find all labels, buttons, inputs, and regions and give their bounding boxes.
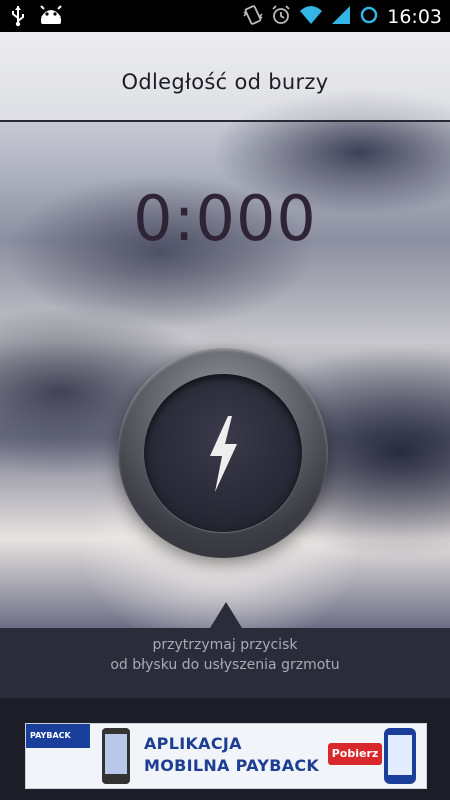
- hint-text-line1: przytrzymaj przycisk: [152, 637, 298, 653]
- phone-image: [102, 728, 130, 784]
- status-time: 16:03: [387, 6, 442, 28]
- vibrate-icon: [243, 4, 263, 30]
- timer-display: 0:000: [133, 182, 317, 255]
- ad-download-button[interactable]: Pobierz: [328, 743, 382, 765]
- lightning-bolt-icon: [198, 414, 248, 498]
- usb-icon: [10, 5, 26, 31]
- wifi-icon: [299, 4, 323, 30]
- status-bar-right: 16:03: [243, 4, 442, 30]
- status-bar-left: [10, 5, 64, 31]
- ad-headline-line2: MOBILNA PAYBACK: [144, 756, 320, 775]
- payback-logo: PAYBACK: [26, 724, 90, 748]
- alarm-icon: [271, 4, 291, 30]
- ad-headline-line1: APLIKACJA: [144, 734, 242, 753]
- android-icon: [38, 5, 64, 31]
- measure-button[interactable]: [118, 348, 328, 558]
- app-screen: 16:03 Odległość od burzy 0:000 przytrzym…: [0, 0, 450, 800]
- status-bar: 16:03: [0, 0, 450, 32]
- sync-icon: [359, 4, 379, 30]
- phone-screen: [105, 734, 127, 774]
- hint-text-line2: od błysku do usłyszenia grzmotu: [110, 657, 340, 673]
- measure-button-face[interactable]: [144, 374, 302, 532]
- page-title: Odległość od burzy: [121, 70, 329, 94]
- payback-ad-banner[interactable]: PAYBACK APLIKACJA MOBILNA PAYBACK Pobier…: [25, 723, 427, 789]
- signal-icon: [331, 4, 351, 30]
- hint-pointer: [210, 602, 242, 628]
- app-header: Odległość od burzy: [0, 32, 450, 122]
- phone-app-screen: [388, 735, 412, 775]
- phone-app-image: [384, 728, 416, 784]
